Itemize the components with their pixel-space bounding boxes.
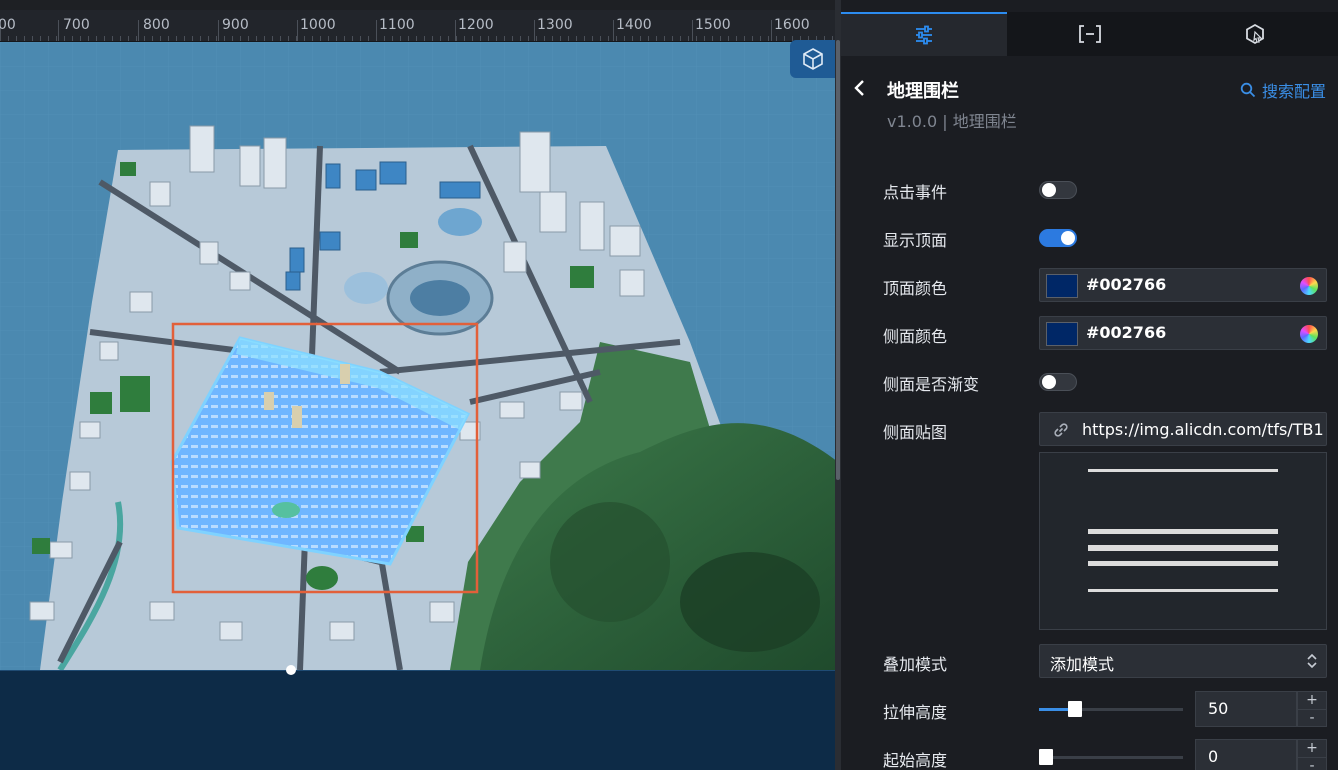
canvas-empty-area	[0, 670, 838, 770]
start-height-stepper: + -	[1297, 739, 1327, 770]
side-texture-url-input[interactable]: https://img.alicdn.com/tfs/TB1	[1039, 412, 1327, 446]
ruler-tick-label: 1000	[300, 17, 336, 33]
tab-interaction[interactable]	[1172, 12, 1338, 56]
increment-button[interactable]: +	[1298, 740, 1326, 757]
side-color-label: 侧面颜色	[883, 327, 948, 346]
increment-button[interactable]: +	[1298, 692, 1326, 709]
resize-handle[interactable]	[286, 665, 296, 675]
top-color-input[interactable]: #002766	[1039, 268, 1327, 302]
side-color-value: #002766	[1086, 323, 1167, 342]
side-color-swatch[interactable]	[1046, 322, 1078, 346]
sliders-icon	[915, 25, 932, 45]
ruler-tick-label: 1200	[458, 17, 494, 33]
splitter-grip[interactable]	[836, 40, 840, 480]
component-version: v1.0.0 | 地理围栏	[887, 112, 1017, 131]
search-config-link[interactable]: 搜索配置	[1240, 78, 1326, 102]
slider-thumb[interactable]	[1068, 701, 1082, 717]
map-viewport[interactable]	[0, 42, 838, 670]
side-gradient-label: 侧面是否渐变	[883, 375, 980, 394]
ruler-tick-label: 800	[143, 17, 170, 33]
stretch-height-slider[interactable]	[1039, 701, 1183, 717]
chevron-left-icon	[854, 80, 864, 96]
show-top-label: 显示顶面	[883, 231, 948, 250]
side-texture-label: 侧面贴图	[883, 423, 948, 442]
back-button[interactable]	[853, 78, 867, 100]
ruler-tick-label: 1500	[695, 17, 731, 33]
blend-mode-value: 添加模式	[1050, 655, 1115, 674]
blend-mode-label: 叠加模式	[883, 655, 948, 674]
decrement-button[interactable]: -	[1298, 757, 1326, 770]
setting-side-color: 侧面颜色 #002766	[841, 315, 1338, 351]
click-event-label: 点击事件	[883, 183, 948, 202]
ruler-tick-label: 700	[63, 17, 90, 33]
ruler-tick-label: 900	[222, 17, 249, 33]
ruler-tick-label: 00	[0, 17, 16, 33]
panel-top-strip	[841, 0, 1338, 12]
horizontal-ruler: 00 700 800 900 1000 1100 1200 1300 1400 …	[0, 10, 838, 42]
side-color-input[interactable]: #002766	[1039, 316, 1327, 350]
blend-mode-select[interactable]: 添加模式	[1039, 644, 1327, 678]
panel-tab-bar	[841, 12, 1338, 56]
texture-preview[interactable]	[1039, 452, 1327, 630]
setting-side-texture: 侧面贴图 https://img.alicdn.com/tfs/TB1	[841, 411, 1338, 447]
stretch-height-label: 拉伸高度	[883, 703, 948, 722]
stretch-height-value: 50	[1208, 699, 1229, 718]
setting-click-event: 点击事件	[841, 171, 1338, 207]
select-arrows-icon	[1306, 651, 1318, 673]
config-panel: 地理围栏 v1.0.0 | 地理围栏 搜索配置 点击事件 显示顶面 顶面颜色 #…	[841, 0, 1338, 770]
decrement-button[interactable]: -	[1298, 709, 1326, 726]
canvas-area[interactable]: 00 700 800 900 1000 1100 1200 1300 1400 …	[0, 0, 838, 770]
link-icon	[1054, 423, 1068, 437]
stretch-height-stepper: + -	[1297, 691, 1327, 727]
setting-blend-mode: 叠加模式 添加模式	[841, 643, 1338, 679]
ruler-tick-label: 1400	[616, 17, 652, 33]
top-color-swatch[interactable]	[1046, 274, 1078, 298]
view-cube-button[interactable]	[790, 40, 836, 78]
show-top-toggle[interactable]	[1039, 229, 1077, 247]
start-height-slider[interactable]	[1039, 749, 1183, 765]
tab-config[interactable]	[841, 12, 1007, 56]
component-header: 地理围栏 v1.0.0 | 地理围栏 搜索配置	[841, 66, 1338, 136]
color-picker-icon[interactable]	[1300, 325, 1318, 343]
slider-thumb[interactable]	[1039, 749, 1053, 765]
start-height-value: 0	[1208, 747, 1219, 766]
setting-side-gradient: 侧面是否渐变	[841, 363, 1338, 399]
click-event-toggle[interactable]	[1039, 181, 1077, 199]
component-title: 地理围栏	[887, 81, 959, 102]
cube-icon	[803, 48, 823, 70]
start-height-label: 起始高度	[883, 751, 948, 770]
canvas-top-strip	[0, 0, 838, 10]
search-icon	[1240, 82, 1256, 98]
ruler-tick-label: 1100	[379, 17, 415, 33]
stretch-height-input[interactable]: 50	[1195, 691, 1297, 727]
start-height-input[interactable]: 0	[1195, 739, 1297, 770]
interaction-icon	[1246, 23, 1265, 45]
ruler-tick-label: 1300	[537, 17, 573, 33]
top-color-label: 顶面颜色	[883, 279, 948, 298]
color-picker-icon[interactable]	[1300, 277, 1318, 295]
bracket-icon	[1078, 25, 1101, 43]
search-config-label: 搜索配置	[1261, 82, 1326, 101]
setting-start-height: 起始高度 0 + -	[841, 739, 1338, 770]
side-texture-url-value: https://img.alicdn.com/tfs/TB1	[1082, 420, 1324, 439]
setting-top-color: 顶面颜色 #002766	[841, 267, 1338, 303]
setting-show-top: 显示顶面	[841, 219, 1338, 255]
setting-stretch-height: 拉伸高度 50 + -	[841, 691, 1338, 727]
side-gradient-toggle[interactable]	[1039, 373, 1077, 391]
city-map-scene	[0, 42, 838, 670]
tab-data[interactable]	[1007, 12, 1173, 56]
top-color-value: #002766	[1086, 275, 1167, 294]
ruler-tick-label: 1600	[774, 17, 810, 33]
